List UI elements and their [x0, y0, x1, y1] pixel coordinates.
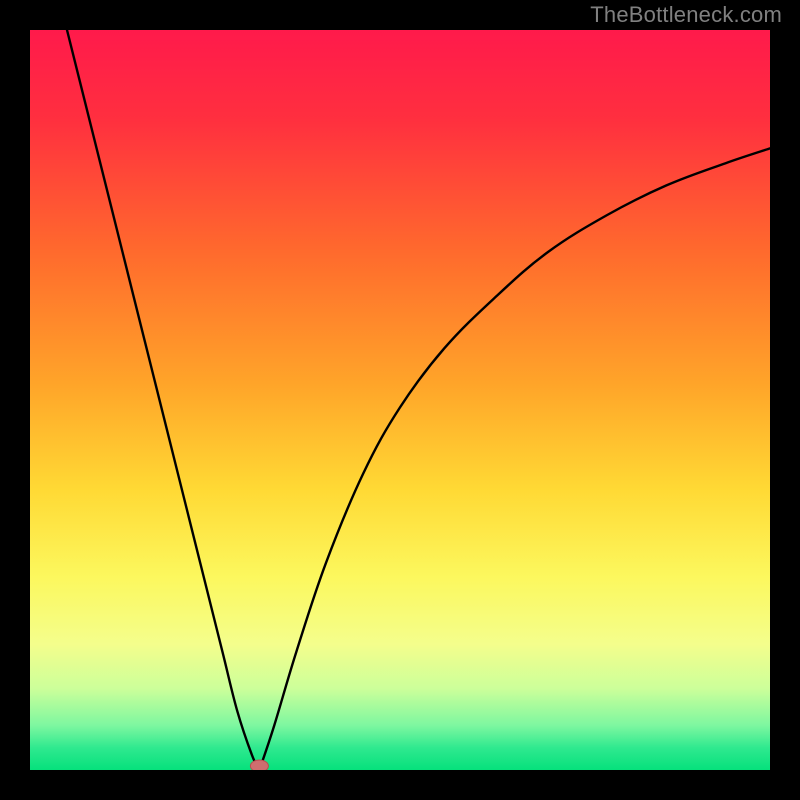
chart-svg	[30, 30, 770, 770]
chart-frame: TheBottleneck.com	[0, 0, 800, 800]
minimum-marker	[250, 760, 268, 770]
plot-area	[30, 30, 770, 770]
gradient-background	[30, 30, 770, 770]
watermark-text: TheBottleneck.com	[590, 2, 782, 28]
